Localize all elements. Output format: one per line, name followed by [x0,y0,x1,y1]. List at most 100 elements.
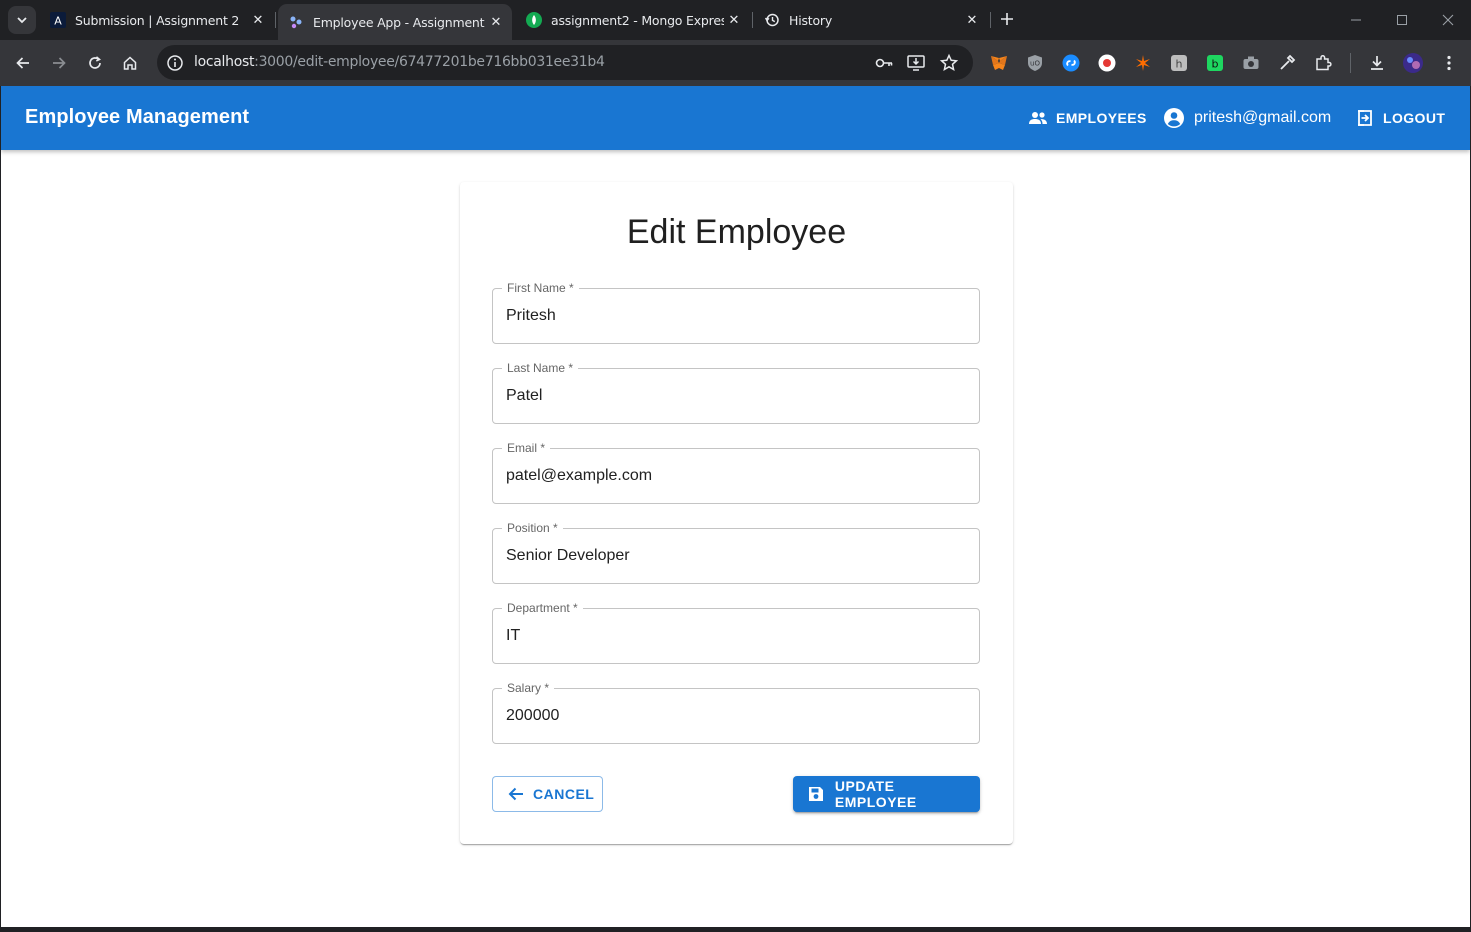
maximize-icon [1397,15,1407,25]
record-extension-icon[interactable] [1095,51,1119,75]
close-icon [1442,14,1454,26]
mongodb-leaf-icon [526,12,542,28]
tab-title: History [789,12,833,28]
browser-tab-submission[interactable]: A Submission | Assignment 2 ✕ [40,4,274,36]
close-tab-icon[interactable]: ✕ [724,10,744,30]
tab-title: assignment2 - Mongo Express [551,12,724,28]
browser-toolbar: localhost:3000/edit-employee/67477201be7… [0,40,1471,86]
extensions-puzzle-icon[interactable] [1311,51,1335,75]
browser-tab-history[interactable]: History ✕ [754,4,988,36]
close-tab-icon[interactable]: ✕ [962,10,982,30]
arrow-left-icon [16,57,29,69]
employees-nav-button[interactable]: EMPLOYEES [1028,104,1147,132]
update-employee-button[interactable]: UPDATE EMPLOYEE [793,776,980,812]
email-label: Email * [502,441,551,455]
password-key-icon[interactable] [873,52,895,74]
salary-input[interactable] [506,705,966,727]
department-label: Department * [502,601,583,615]
page-viewport: Employee Management EMPLOYEES pritesh@gm… [1,86,1470,927]
first-name-label: First Name * [502,281,579,295]
first-name-field[interactable]: First Name * [492,281,980,344]
last-name-label: Last Name * [502,361,579,375]
browser-tab-employee-app[interactable]: Employee App - Assignment 2 ✕ [278,4,512,40]
forward-button[interactable] [44,48,74,78]
email-field[interactable]: Email * [492,441,980,504]
svg-text:uO: uO [1030,60,1040,68]
svg-text:A: A [54,15,62,28]
eyedropper-extension-icon[interactable] [1275,51,1299,75]
logout-button[interactable]: LOGOUT [1355,104,1445,132]
department-input[interactable] [506,625,966,647]
address-bar[interactable]: localhost:3000/edit-employee/67477201be7… [157,45,973,80]
minimize-button[interactable] [1333,6,1379,34]
plus-icon [1001,13,1013,25]
h-extension-icon[interactable]: h [1167,51,1191,75]
downloads-icon[interactable] [1365,51,1389,75]
profile-avatar-icon[interactable] [1401,51,1425,75]
menu-kebab-icon[interactable] [1437,51,1461,75]
tab-divider [990,12,991,28]
email-input[interactable] [506,465,966,487]
svg-text:h: h [1176,58,1183,71]
tab-search-button[interactable] [8,6,36,34]
url-path: :3000/edit-employee/67477201be716bb031ee… [254,54,605,70]
arrow-right-icon [53,57,66,69]
metamask-extension-icon[interactable] [987,51,1011,75]
letter-a-icon: A [50,12,66,28]
url-host: localhost [194,54,255,70]
back-button[interactable] [8,48,38,78]
update-employee-label: UPDATE EMPLOYEE [834,778,917,810]
bookmark-star-icon[interactable] [938,52,960,74]
home-button[interactable] [115,48,145,78]
last-name-input[interactable] [506,385,966,407]
close-tab-icon[interactable]: ✕ [248,10,268,30]
close-window-button[interactable] [1425,6,1471,34]
app-header: Employee Management EMPLOYEES pritesh@gm… [1,86,1470,150]
browser-tabstrip: A Submission | Assignment 2 ✕ Employee A… [0,0,1471,40]
cancel-label: CANCEL [533,786,595,802]
page-title: Edit Employee [626,213,847,251]
camera-extension-icon[interactable] [1239,51,1263,75]
green-extension-icon[interactable]: b [1203,51,1227,75]
save-icon [806,784,826,804]
chevron-down-icon [17,17,27,24]
tab-divider [752,12,753,28]
install-app-icon[interactable] [905,52,927,74]
browser-tab-mongo-express[interactable]: assignment2 - Mongo Express ✕ [516,4,750,36]
toolbar-divider [1350,53,1351,73]
site-info-icon[interactable] [165,53,185,73]
logout-label: LOGOUT [1383,110,1446,126]
new-tab-button[interactable] [995,7,1019,31]
position-field[interactable]: Position * [492,521,980,584]
reload-button[interactable] [80,48,110,78]
cancel-button[interactable]: CANCEL [492,776,603,812]
user-email: pritesh@gmail.com [1194,109,1332,126]
salary-field[interactable]: Salary * [492,681,980,744]
arrow-back-icon [506,784,526,804]
shazam-extension-icon[interactable] [1059,51,1083,75]
url-text: localhost:3000/edit-employee/67477201be7… [194,54,605,70]
app-title[interactable]: Employee Management [25,106,249,129]
maximize-button[interactable] [1379,6,1425,34]
first-name-input[interactable] [506,305,966,327]
last-name-field[interactable]: Last Name * [492,361,980,424]
position-label: Position * [502,521,563,535]
position-input[interactable] [506,545,966,567]
minimize-icon [1351,19,1361,21]
tab-title: Submission | Assignment 2 [75,12,240,28]
salary-label: Salary * [502,681,555,695]
user-info: pritesh@gmail.com [1163,106,1331,130]
employees-nav-label: EMPLOYEES [1056,110,1147,126]
edit-employee-card: Edit Employee First Name * Last Name * E… [460,182,1013,844]
logout-icon [1355,108,1375,128]
department-field[interactable]: Department * [492,601,980,664]
history-icon [764,12,780,28]
close-tab-icon[interactable]: ✕ [486,12,506,32]
tab-title: Employee App - Assignment 2 [313,14,486,30]
spark-extension-icon[interactable] [1131,51,1155,75]
svg-text:b: b [1212,58,1219,71]
react-icon [288,14,304,30]
tab-divider [275,12,276,28]
ublock-extension-icon[interactable]: uO [1023,51,1047,75]
reload-icon [89,56,101,69]
